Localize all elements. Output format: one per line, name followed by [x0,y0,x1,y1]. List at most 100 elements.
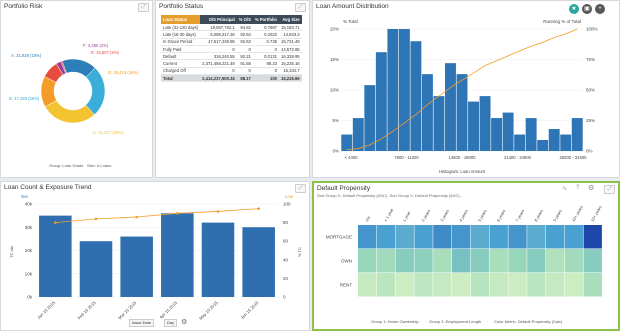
x-tick-label: Feb 15 2015 [77,300,98,321]
table-row[interactable]: Default 316,240.55 92.21 0.0131 16,338.95 [161,52,302,61]
table-row[interactable]: Charged Off 0 0 0 15,334.7 [161,67,302,76]
settings-icon[interactable]: ⚙ [181,318,187,326]
loan-count-trend-panel: Loan Count & Exposure Trend ⤢ Sor Low 40k 3… [0,181,310,331]
heatmap-cell [358,225,377,249]
histogram-bar [491,118,503,151]
heatmap-cell [508,273,527,297]
column-header[interactable]: % O/S [236,15,253,24]
table-cell: 0.736 [252,38,279,46]
table-cell: 15,226.69 [278,74,302,83]
table-cell: 0 [236,45,253,54]
table-cell: 0 [200,45,237,54]
table-cell: 0 [200,67,237,76]
exposure-point [94,217,98,221]
loan-amount-distribution-panel: Loan Amount Distribution ★ ▣ + 20% 100% 15… [312,0,620,178]
column-label: 10+ years [590,205,603,223]
table-cell: 91.58 [236,59,253,68]
table-row[interactable]: Late (16-30 days) 5,098,217.26 92.54 0.2022… [161,30,302,39]
histogram-bar [502,112,514,151]
default-propensity-panel: Default Propensity Sort Group X: Default… [312,181,620,331]
y-axis-title: TC Ids [9,246,14,258]
slice-label: E: 15,807 (9%) [91,50,120,55]
y-tick-label: 20k [25,248,33,253]
heatmap-cell [564,225,584,249]
x-tick-label: < 4400 [345,155,359,160]
column-label: n/a [364,215,371,223]
right-axis-tag: Low [285,194,294,199]
y-tick-label: 0k [27,295,33,300]
total-row: Total 2,414,237,900.34 88.17 100 15,226.69 [161,74,302,83]
heatmap-cell [452,249,471,273]
total-label: Total [161,74,201,83]
heatmap-cell [470,225,490,249]
histogram-bar [468,101,479,151]
exposure-point [176,212,179,215]
x-tick-label: May 15 2015 [198,300,219,321]
heatmap-cell [527,273,546,297]
column-label: 8 years [533,209,544,223]
column-header[interactable]: O/S Principal [200,15,237,24]
histogram-bar [537,140,549,151]
heatmap-cell [583,225,602,249]
y2-tick-label: 40 [283,257,289,262]
trend-bar [79,241,113,297]
status-name: In Grace Period [161,38,201,46]
y-tick-label: 30k [25,225,33,230]
heatmap-cell [358,273,377,297]
table-cell: 0.2022 [252,30,279,39]
x-tick-label: 14600 - 18000 [448,155,476,160]
column-label: 6 years [496,209,507,223]
histogram-bar [398,29,410,151]
y2-axis-title: % TC [297,247,302,257]
trend-bar [120,236,153,297]
heatmap-cell [564,273,584,297]
table-row[interactable]: Late (31-120 days) 18,557,752.1 94.82 0.768… [161,24,302,32]
heatmap-cell [508,249,527,273]
trend-chart: Sor Low 40k 30k 20k 10k 0k 100 80 60 40 20 0 TC Ids % … [9,194,302,321]
y-tick-label: 40k [25,202,33,207]
column-header[interactable]: Loan Status [161,15,201,24]
heatmap-cell [358,249,377,273]
column-label: 4 years [458,209,469,223]
heatmap-cell [527,225,546,249]
heatmap-cell [395,225,414,249]
table-cell: 92.63 [236,38,253,46]
x-axis-title: Histogram: Loan Amount [439,169,486,174]
histogram-bar [560,134,572,151]
group-label: Group: Loan Grade [49,163,84,168]
table-row[interactable]: Current 2,371,458,221.49 91.58 98.23 15,225.… [161,59,302,68]
table-cell: 94.82 [236,24,253,32]
table-cell: 0 [252,67,279,76]
heatmap-cell [489,249,508,273]
heatmap-cell [546,273,565,297]
heatmap-cell [452,273,471,297]
column-header[interactable]: % Portfolio [252,15,279,24]
heatmap-cell [376,225,396,249]
exposure-point [54,221,57,224]
x-tick-label: Apr 15 2015 [158,300,178,320]
heatmap-cell [470,249,490,273]
table-row[interactable]: Fully Paid 0 0 0 14,572.85 [161,45,302,54]
table-cell: 5,098,217.26 [200,30,237,39]
table-cell: 92.21 [236,52,253,61]
histogram-bar [548,129,560,151]
slice-label: C: 51,217 (28%) [93,130,124,135]
pie-chart: A: 31,828 (18%) B: 47,268 (26%) C: 51,217 … [9,43,139,135]
issue-date-chip[interactable]: Issue Date [129,319,155,327]
histogram-bar [514,134,526,151]
heatmap-cell [508,225,527,249]
histogram-bar [410,41,422,152]
histogram-bar [479,96,491,151]
table-cell: 15,334.7 [278,67,302,76]
heatmap-cell [414,273,433,297]
table-row[interactable]: In Grace Period 17,617,239.95 92.63 0.736 15… [161,38,302,46]
column-header[interactable]: Avg Size [278,15,302,24]
day-chip[interactable]: Day [164,319,178,327]
table-cell: 14,823.3 [278,30,302,39]
table-cell: 98.23 [252,59,279,68]
y2-tick-label: 80 [283,220,289,225]
histogram-bar [445,63,456,151]
expand-icon[interactable]: ⤢ [295,3,306,12]
heatmap-chart: n/a < 1 year 1 year 2 years 3 years 4 years 5 … [326,205,603,297]
size-label: Size: # Loans [87,163,112,168]
